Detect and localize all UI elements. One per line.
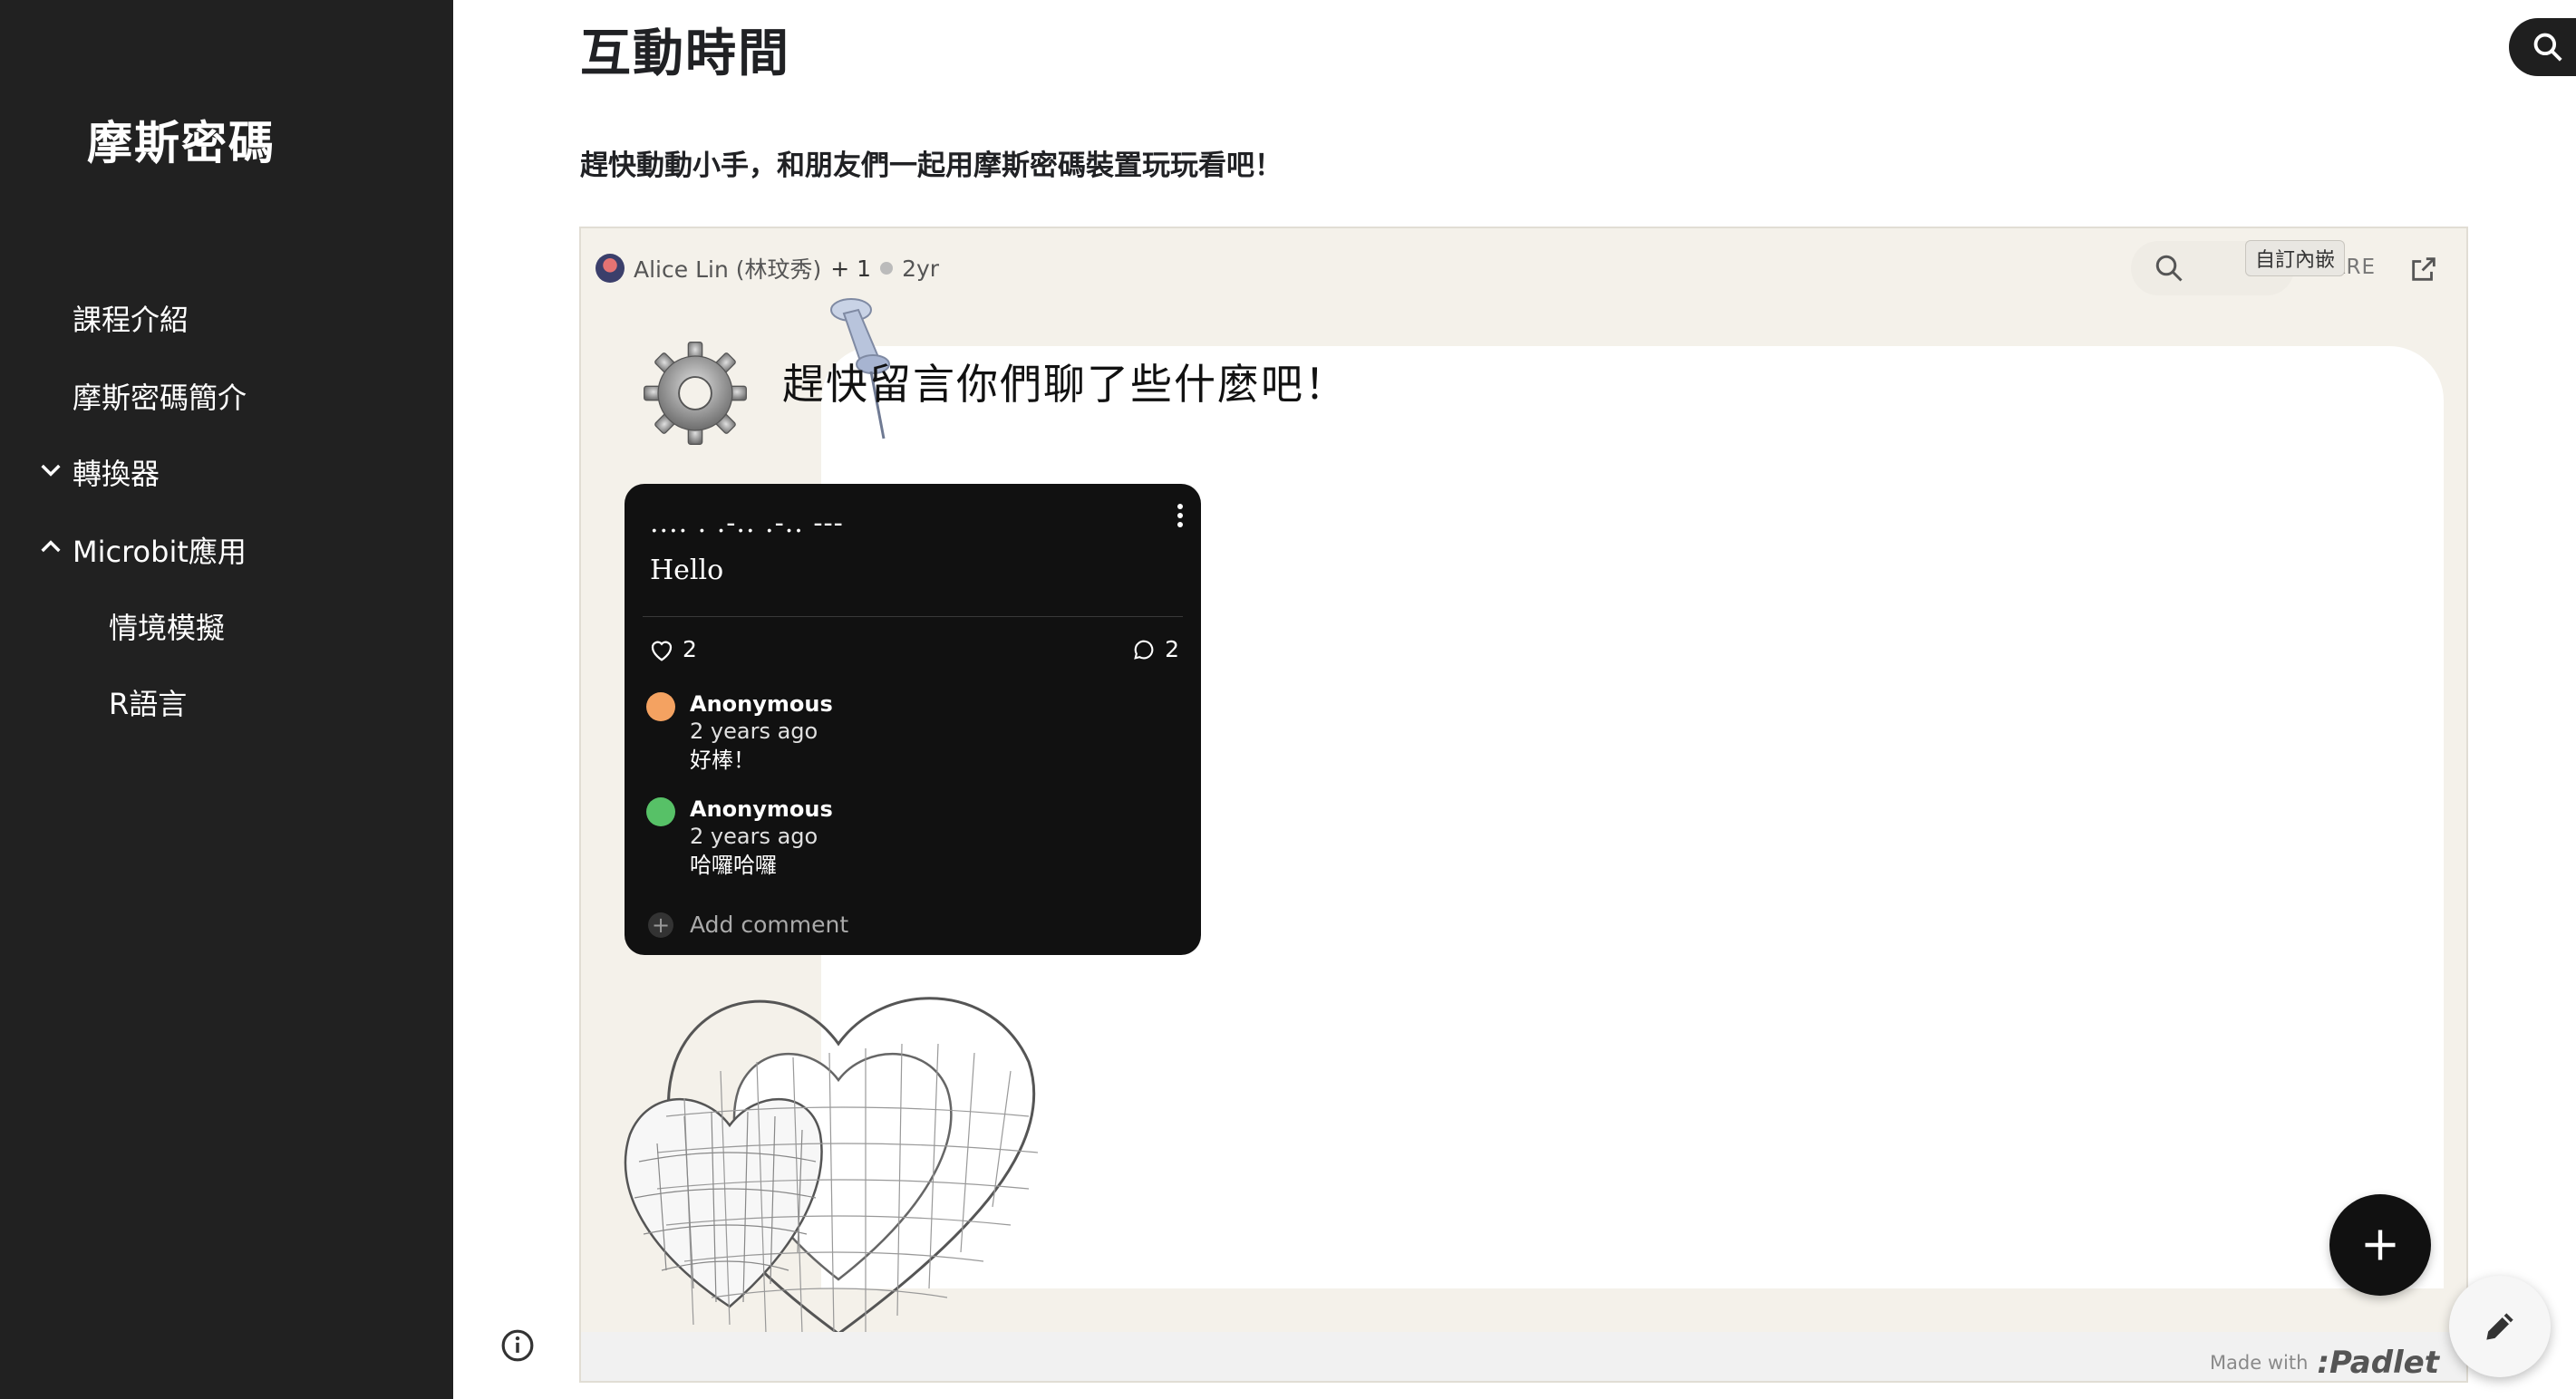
post-card[interactable]: .... . .-.. .-.. --- Hello 2 2 Anonymous…: [625, 484, 1201, 955]
comment-time: 2 years ago: [690, 824, 818, 849]
chevron-up-icon[interactable]: [36, 533, 65, 562]
post-body: Hello: [650, 555, 724, 586]
add-comment-label: Add comment: [690, 912, 849, 938]
board-age: 2yr: [902, 255, 940, 282]
comment-item: Anonymous 2 years ago 好棒！: [646, 690, 833, 776]
site-title[interactable]: 摩斯密碼: [87, 107, 276, 172]
info-icon[interactable]: [500, 1328, 535, 1363]
board-title: 趕快留言你們聊了些什麼吧！: [782, 360, 1348, 409]
padlet-logo: :Padlet: [2317, 1345, 2439, 1381]
pencil-icon: [2486, 1313, 2513, 1340]
plus-icon: [2365, 1230, 2396, 1260]
comment-author: Anonymous: [690, 691, 833, 717]
sidebar: 摩斯密碼 課程介紹 摩斯密碼簡介 轉換器 Microbit應用 情境模擬 R語言: [0, 0, 453, 1399]
nav-item-course-intro[interactable]: 課程介紹: [73, 297, 189, 339]
wireframe-heart-image: [624, 997, 1039, 1336]
divider: [643, 616, 1183, 617]
padlet-embed[interactable]: Alice Lin (林玟秀) + 1 2yr SHARE 自訂內嵌 趕快留: [579, 227, 2468, 1383]
chevron-down-icon[interactable]: [36, 455, 65, 484]
nav-item-converter[interactable]: 轉換器: [73, 451, 160, 493]
nav-item-microbit[interactable]: Microbit應用: [73, 529, 247, 571]
like-button[interactable]: 2: [648, 636, 697, 662]
tooltip: 自訂內嵌: [2244, 240, 2345, 276]
comment-icon: [1134, 640, 1154, 660]
gear-icon: [644, 342, 747, 445]
comment-text: 哈囉哈囉: [690, 853, 777, 878]
heart-icon: [651, 641, 673, 661]
more-options-icon[interactable]: [1176, 502, 1185, 529]
collaborators-count[interactable]: + 1: [830, 256, 871, 282]
like-count: 2: [683, 636, 697, 662]
made-with-label: Made with: [2209, 1352, 2309, 1374]
author-name[interactable]: Alice Lin (林玟秀): [634, 252, 821, 285]
external-link-icon[interactable]: [2408, 254, 2439, 285]
nav-item-morse-intro[interactable]: 摩斯密碼簡介: [73, 375, 247, 417]
comment-time: 2 years ago: [690, 719, 818, 744]
avatar[interactable]: [596, 254, 625, 283]
nav-item-scenario[interactable]: 情境模擬: [109, 605, 225, 647]
comment-text: 好棒！: [690, 748, 755, 773]
comment-author: Anonymous: [690, 796, 833, 822]
comments-button[interactable]: 2: [1130, 636, 1179, 662]
page-title: 互動時間: [580, 24, 790, 83]
page-description: 趕快動動小手，和朋友們一起用摩斯密碼裝置玩玩看吧！: [580, 150, 1283, 182]
made-with-padlet[interactable]: Made with :Padlet: [2210, 1345, 2439, 1381]
post-subject: .... . .-.. .-.. ---: [650, 507, 844, 539]
edit-button[interactable]: [2449, 1276, 2551, 1377]
nav-item-r-language[interactable]: R語言: [109, 681, 187, 723]
separator-dot: [880, 262, 894, 275]
embed-footer: [581, 1332, 2466, 1381]
search-icon: [2533, 33, 2562, 62]
add-comment-button[interactable]: + Add comment: [648, 912, 848, 938]
add-post-button[interactable]: [2329, 1194, 2431, 1296]
avatar: [646, 692, 675, 721]
author-bar: Alice Lin (林玟秀) + 1 2yr: [596, 252, 939, 285]
plus-icon: +: [648, 912, 673, 938]
comment-item: Anonymous 2 years ago 哈囉哈囉: [646, 796, 833, 881]
avatar: [646, 797, 675, 826]
search-icon[interactable]: [2153, 252, 2185, 285]
site-search-button[interactable]: [2509, 18, 2576, 76]
comment-count: 2: [1165, 636, 1179, 662]
